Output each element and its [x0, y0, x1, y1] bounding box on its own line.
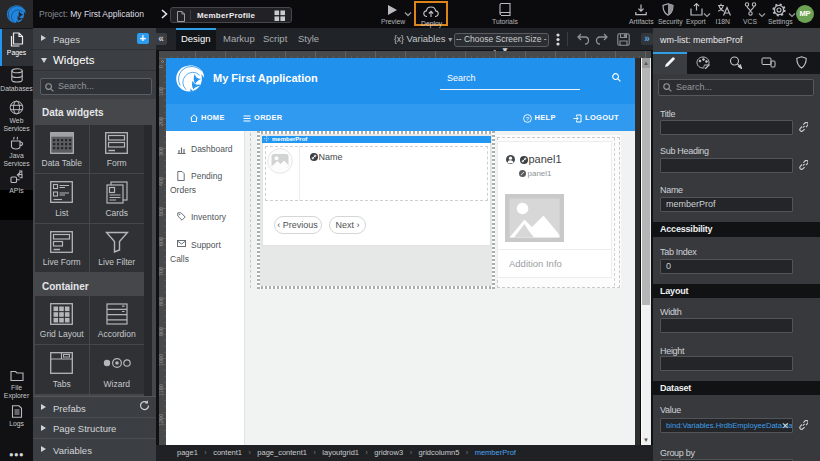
- svg-text:?: ?: [526, 115, 530, 121]
